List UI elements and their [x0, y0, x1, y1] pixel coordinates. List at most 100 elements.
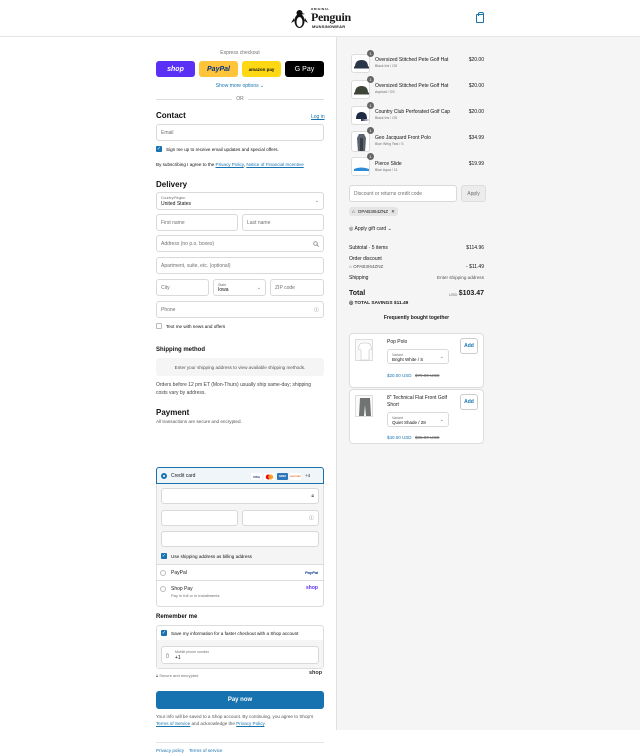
- address-field[interactable]: Address (no p.o. boxes): [156, 235, 324, 252]
- billing-same-checkbox[interactable]: ✓: [161, 553, 167, 559]
- billing-same-label: Use shipping address as billing address: [171, 554, 252, 559]
- quantity-badge: 1: [367, 127, 374, 134]
- recommendation-price: $40.00 USD: [387, 435, 412, 440]
- discover-icon: DISCOVER: [290, 473, 301, 480]
- amazon-pay-button[interactable]: amazon pay: [242, 61, 281, 77]
- mobile-phone-field[interactable]: ▯ Mobile phone number +1: [161, 646, 319, 664]
- close-icon[interactable]: ✕: [391, 209, 395, 215]
- last-name-placeholder: Last name: [247, 219, 271, 226]
- checkout-form: Express checkout shop PayPal amazon pay …: [0, 37, 336, 753]
- shop-privacy-link[interactable]: Privacy Policy: [236, 721, 264, 726]
- name-on-card-field[interactable]: [161, 531, 319, 547]
- product-variant: Black Iris / OS: [375, 64, 398, 68]
- credit-card-option[interactable]: Credit card VISA AMEX DISCOVER +4: [156, 467, 324, 484]
- gift-card-icon: ◎: [349, 226, 354, 232]
- recommendation-card: Pop Polo Variant Bright White / S ⌄ $20.…: [349, 333, 484, 388]
- footer-terms-link[interactable]: Terms of service: [189, 748, 222, 753]
- email-placeholder: Email: [161, 129, 174, 136]
- paypal-radio[interactable]: [160, 570, 166, 576]
- variant-select[interactable]: Variant Bright White / S ⌄: [387, 349, 449, 364]
- pay-now-button[interactable]: Pay now: [156, 691, 324, 709]
- penguin-logo[interactable]: ORIGINAL Penguin MUNSINGWEAR: [291, 7, 351, 31]
- show-more-label: Show more options: [215, 83, 259, 89]
- terms-prefix: By subscribing I agree to the: [156, 162, 216, 167]
- google-pay-label: G Pay: [294, 65, 315, 73]
- paypal-button[interactable]: PayPal: [199, 61, 238, 77]
- credit-card-radio[interactable]: [161, 473, 167, 479]
- shopping-bag-icon[interactable]: [476, 12, 484, 23]
- shop-pay-label: shop: [167, 65, 184, 73]
- shipping-notice: Enter your shipping address to view avai…: [156, 358, 324, 376]
- shop-pay-button[interactable]: shop: [156, 61, 195, 77]
- mobile-label: Mobile phone number: [175, 650, 209, 654]
- discount-code-input[interactable]: Discount or returns credit code: [349, 185, 457, 202]
- state-select[interactable]: State Iowa ⌄: [213, 279, 266, 296]
- subtotal-label: Subtotal · 5 items: [349, 245, 388, 251]
- chevron-down-icon: ⌄: [439, 353, 444, 360]
- last-name-field[interactable]: Last name: [242, 214, 324, 231]
- product-name: Geo Jacquard Front Polo: [375, 135, 431, 141]
- footer-privacy-link[interactable]: Privacy policy: [156, 748, 184, 753]
- login-link[interactable]: Log in: [311, 114, 325, 120]
- shop-pay-option-label[interactable]: Shop Pay: [171, 586, 193, 592]
- country-select[interactable]: Country/Region United States ⌄: [156, 192, 324, 210]
- text-optin-checkbox[interactable]: [156, 323, 162, 329]
- variant-select[interactable]: Variant Quiet Shade / 28 ⌄: [387, 412, 449, 427]
- product-price: $20.00: [468, 83, 484, 89]
- product-variant: Black Iris / OS: [375, 116, 398, 120]
- chevron-down-icon: ⌄: [314, 198, 319, 204]
- product-name: Oversized Stitched Pete Golf Hat: [375, 57, 449, 63]
- google-pay-button[interactable]: G Pay: [285, 61, 324, 77]
- product-price: $20.00: [468, 57, 484, 63]
- card-logos: VISA AMEX DISCOVER +4: [251, 473, 321, 480]
- security-code-field[interactable]: ⓘ: [242, 510, 319, 526]
- email-field[interactable]: Email: [156, 124, 324, 141]
- recommendation-name: Pop Polo: [387, 339, 408, 345]
- apply-gift-card-toggle[interactable]: ◎ Apply gift card ⌄: [349, 226, 392, 232]
- show-more-options-link[interactable]: Show more options ⌄: [156, 83, 324, 89]
- secure-encrypted: 🔒︎ Secure and encrypted: [156, 673, 198, 678]
- card-number-field[interactable]: 🔒︎: [161, 488, 319, 504]
- savings-tag-icon: ◎: [349, 301, 354, 306]
- first-name-field[interactable]: First name: [156, 214, 238, 231]
- amex-icon: AMEX: [277, 473, 288, 480]
- financial-incentive-link[interactable]: Notice of Financial Incentive: [246, 162, 303, 167]
- discount-tag-code: OPAB3I64ZNZ: [357, 209, 389, 214]
- paypal-option-label[interactable]: PayPal: [171, 570, 187, 576]
- discount-code-row: ⌂ OPAB3I64ZNZ: [349, 264, 383, 269]
- header: ORIGINAL Penguin MUNSINGWEAR: [0, 0, 640, 37]
- help-icon[interactable]: ⓘ: [309, 515, 314, 522]
- or-divider: OR: [156, 96, 324, 103]
- visa-icon: VISA: [251, 473, 262, 480]
- shop-logo-icon: shop: [306, 585, 318, 591]
- product-variant: Asphalt / OS: [375, 90, 395, 94]
- variant-value: Bright White / S: [392, 357, 424, 362]
- shop-terms-link[interactable]: Terms of Service: [156, 721, 190, 726]
- help-icon[interactable]: ⓘ: [314, 306, 319, 313]
- apply-discount-button[interactable]: Apply: [461, 185, 486, 202]
- save-info-label: Save my information for a faster checkou…: [171, 631, 299, 636]
- phone-field[interactable]: Phone ⓘ: [156, 301, 324, 318]
- recommendation-old-price: $85.00 USD: [415, 435, 440, 440]
- expiration-field[interactable]: [161, 510, 238, 526]
- apartment-field[interactable]: Apartment, suite, etc. (optional): [156, 257, 324, 274]
- country-value: United States: [161, 201, 192, 207]
- city-field[interactable]: City: [156, 279, 209, 296]
- add-recommendation-button[interactable]: Add: [460, 338, 478, 354]
- zip-field[interactable]: ZIP code: [270, 279, 324, 296]
- mobile-value: +1: [175, 655, 181, 661]
- recommendation-card: 8" Technical Flat Front Golf Short Varia…: [349, 389, 484, 444]
- save-info-checkbox[interactable]: ✓: [161, 630, 167, 636]
- email-optin-checkbox[interactable]: ✓: [156, 146, 162, 152]
- add-recommendation-button[interactable]: Add: [460, 394, 478, 410]
- shop-pay-radio[interactable]: [160, 586, 166, 592]
- gift-card-label: Apply gift card: [354, 226, 387, 232]
- quantity-badge: 1: [367, 102, 374, 109]
- chevron-down-icon: ⌄: [260, 83, 265, 89]
- paypal-label: PayPal: [207, 65, 230, 73]
- divider-line: [248, 99, 324, 100]
- or-text: OR: [236, 96, 244, 102]
- product-thumbnail: [351, 157, 370, 176]
- chevron-down-icon: ⌄: [439, 416, 444, 423]
- privacy-policy-link[interactable]: Privacy Policy: [216, 162, 244, 167]
